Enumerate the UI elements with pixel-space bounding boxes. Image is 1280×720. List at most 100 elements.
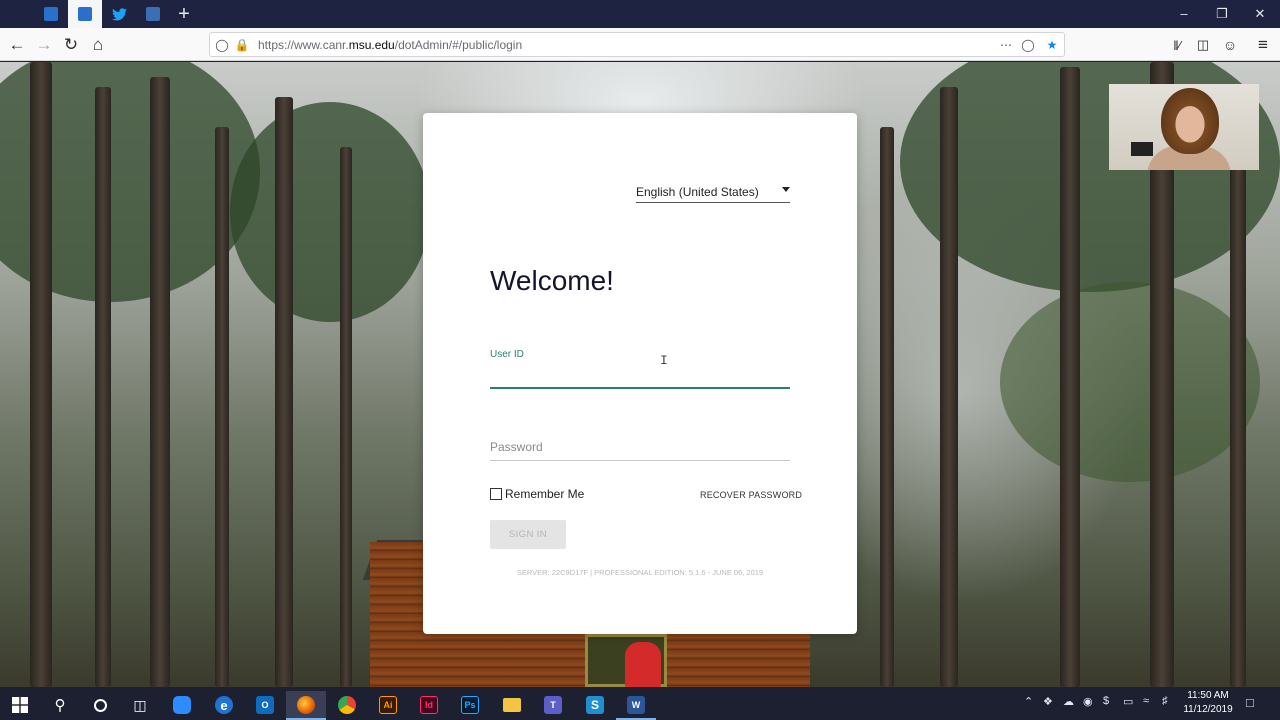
tree-trunk bbox=[215, 127, 229, 687]
cloud-tray-icon[interactable]: ☁ bbox=[1063, 695, 1074, 708]
taskbar-app-word[interactable]: W bbox=[616, 691, 656, 720]
home-button[interactable]: ⌂ bbox=[85, 32, 111, 58]
person-red-jacket bbox=[625, 642, 661, 687]
shield-icon[interactable]: ◯ bbox=[214, 37, 230, 53]
clock-date: 11/12/2019 bbox=[1183, 704, 1233, 715]
remember-me-label[interactable]: Remember Me bbox=[505, 487, 584, 501]
search-icon: ⚲ bbox=[54, 697, 66, 714]
firefox-icon bbox=[297, 696, 315, 714]
taskbar-app-zoom[interactable] bbox=[162, 691, 202, 719]
close-window-button[interactable]: ✕ bbox=[1241, 0, 1279, 28]
indesign-icon: Id bbox=[420, 696, 438, 714]
webcam-person-head bbox=[1161, 88, 1219, 154]
password-input[interactable] bbox=[490, 433, 790, 461]
notifications-icon[interactable]: □ bbox=[1246, 695, 1254, 710]
arrow-left-icon: ← bbox=[8, 35, 26, 54]
taskbar-app-teams[interactable]: T bbox=[533, 691, 573, 719]
zoom-icon bbox=[173, 696, 191, 714]
dollar-tray-icon[interactable]: $ bbox=[1103, 695, 1109, 707]
tree-trunk bbox=[880, 127, 894, 687]
snagit-icon: S bbox=[586, 696, 604, 714]
url-text[interactable]: https://www.canr.msu.edu/dotAdmin/#/publ… bbox=[258, 38, 522, 52]
taskbar-app-illustrator[interactable]: Ai bbox=[368, 691, 408, 719]
webcam-overlay bbox=[1109, 84, 1259, 170]
hamburger-menu-icon: ≡ bbox=[1258, 35, 1268, 54]
reload-icon: ↻ bbox=[63, 35, 79, 54]
tree-trunk bbox=[340, 147, 352, 687]
folder-icon bbox=[503, 698, 521, 712]
home-icon: ⌂ bbox=[92, 35, 104, 54]
forward-button[interactable]: → bbox=[31, 32, 57, 58]
taskbar-app-chrome[interactable] bbox=[327, 691, 367, 719]
recover-password-link[interactable]: RECOVER PASSWORD bbox=[700, 490, 802, 500]
battery-icon[interactable]: ▭ bbox=[1123, 695, 1133, 708]
pocket-icon[interactable]: ◯ bbox=[1020, 37, 1036, 53]
browser-tab-twitter[interactable] bbox=[102, 0, 136, 28]
taskbar-app-indesign[interactable]: Id bbox=[409, 691, 449, 719]
user-id-input[interactable] bbox=[490, 361, 790, 389]
wifi-icon[interactable]: ≈ bbox=[1143, 695, 1149, 707]
dropbox-tray-icon[interactable]: ❖ bbox=[1043, 695, 1053, 708]
browser-tab-4[interactable] bbox=[136, 0, 170, 28]
windows-taskbar: ⚲ ◫ e O Ai Id Ps T S W ⌃ ❖ ☁ ◉ $ ▭ ≈ ♯ □ bbox=[0, 687, 1280, 720]
tree-trunk bbox=[95, 87, 111, 687]
edge-icon: e bbox=[215, 696, 233, 714]
taskbar-app-photoshop[interactable]: Ps bbox=[450, 691, 490, 719]
url-path: /dotAdmin/#/public/login bbox=[394, 38, 523, 52]
account-icon: ☺ bbox=[1222, 37, 1238, 53]
sidebar-button[interactable]: ◫ bbox=[1190, 32, 1216, 58]
tree-trunk bbox=[940, 87, 958, 687]
browser-toolbar: ← → ↻ ⌂ ◯ 🔒 https://www.canr.msu.edu/dot… bbox=[0, 28, 1280, 61]
chart-favicon-icon bbox=[146, 7, 160, 21]
task-view-button[interactable]: ◫ bbox=[120, 691, 160, 719]
menu-button[interactable]: ≡ bbox=[1250, 32, 1276, 58]
network-tray-icon[interactable]: ◉ bbox=[1083, 695, 1093, 708]
bookmark-star-icon[interactable]: ★ bbox=[1044, 37, 1060, 53]
new-tab-button[interactable]: + bbox=[172, 2, 196, 26]
show-hidden-icons-chevron-icon[interactable]: ⌃ bbox=[1024, 695, 1033, 708]
remember-me-option[interactable]: Remember Me bbox=[490, 487, 584, 501]
outlook-icon: O bbox=[256, 696, 274, 714]
tree-trunk bbox=[150, 77, 170, 687]
browser-tab-strip: + – ❐ ✕ bbox=[0, 0, 1280, 28]
browser-tab-1[interactable] bbox=[34, 0, 68, 28]
photoshop-icon: Ps bbox=[461, 696, 479, 714]
minimize-window-button[interactable]: – bbox=[1165, 0, 1203, 28]
taskbar-clock[interactable]: 11:50 AM 11/12/2019 bbox=[1180, 689, 1236, 717]
back-button[interactable]: ← bbox=[4, 32, 30, 58]
page-favicon-icon bbox=[78, 7, 92, 21]
word-icon: W bbox=[627, 696, 645, 714]
sign-in-button[interactable]: SIGN IN bbox=[490, 520, 566, 549]
webcam-background-monitor bbox=[1131, 142, 1153, 156]
language-select[interactable]: English (United States) bbox=[636, 179, 790, 203]
library-button[interactable]: ‖∕ bbox=[1164, 32, 1190, 58]
reload-button[interactable]: ↻ bbox=[58, 32, 84, 58]
restore-window-button[interactable]: ❐ bbox=[1203, 0, 1241, 28]
taskbar-app-edge[interactable]: e bbox=[204, 691, 244, 719]
remember-me-checkbox[interactable] bbox=[490, 488, 502, 500]
start-button[interactable] bbox=[0, 691, 40, 719]
address-bar[interactable]: ◯ 🔒 https://www.canr.msu.edu/dotAdmin/#/… bbox=[209, 32, 1065, 57]
account-button[interactable]: ☺ bbox=[1217, 32, 1243, 58]
tree-foliage bbox=[230, 102, 430, 322]
twitter-bird-icon bbox=[111, 7, 127, 20]
url-prefix: https://www.canr. bbox=[258, 38, 349, 52]
illustrator-icon: Ai bbox=[379, 696, 397, 714]
lock-icon[interactable]: 🔒 bbox=[234, 37, 250, 53]
url-domain: msu.edu bbox=[348, 38, 395, 52]
browser-tab-active[interactable] bbox=[68, 0, 102, 28]
task-view-icon: ◫ bbox=[133, 696, 147, 713]
windows-logo-icon bbox=[12, 697, 28, 713]
cortana-button[interactable] bbox=[80, 691, 120, 719]
search-button[interactable]: ⚲ bbox=[40, 691, 80, 719]
taskbar-app-file-explorer[interactable] bbox=[492, 691, 532, 719]
volume-icon[interactable]: ♯ bbox=[1162, 695, 1168, 707]
user-id-label: User ID bbox=[490, 349, 524, 360]
server-info: SERVER: 22C9D17F | PROFESSIONAL EDITION:… bbox=[516, 568, 764, 577]
taskbar-app-outlook[interactable]: O bbox=[245, 691, 285, 719]
page-actions-icon[interactable]: ⋯ bbox=[998, 37, 1014, 53]
taskbar-app-firefox[interactable] bbox=[286, 691, 326, 720]
page-favicon-icon bbox=[44, 7, 58, 21]
taskbar-app-snagit[interactable]: S bbox=[575, 691, 615, 719]
text-cursor-icon: I bbox=[660, 353, 668, 368]
